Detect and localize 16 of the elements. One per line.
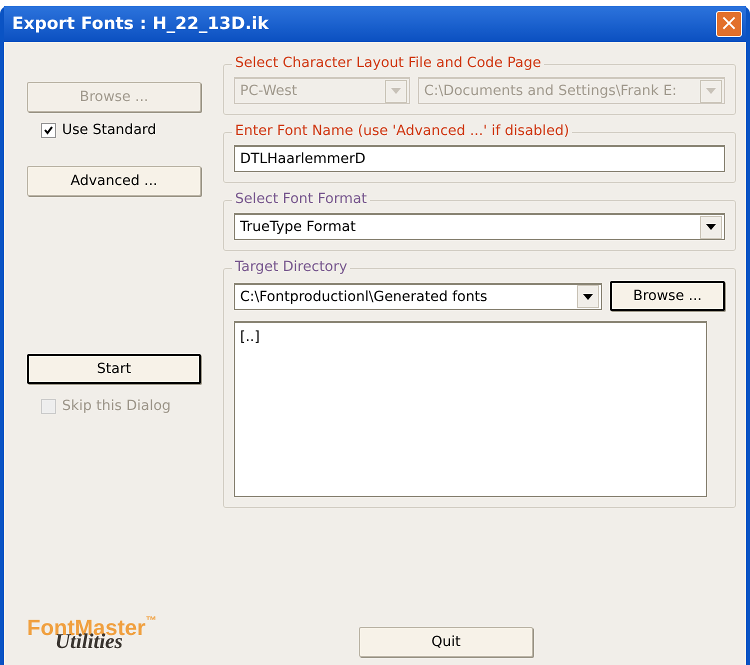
checkmark-icon (44, 126, 53, 134)
group-title: Enter Font Name (use 'Advanced ...' if disabled) (232, 123, 572, 139)
logo: FontMaster™ Utilities (27, 615, 158, 655)
group-title: Select Character Layout File and Code Page (232, 55, 544, 71)
directory-item[interactable]: [..] (240, 329, 260, 345)
directory-list[interactable]: [..] (234, 321, 707, 497)
use-standard-checkbox[interactable]: Use Standard (41, 122, 203, 138)
browse-button[interactable]: Browse ... (610, 281, 725, 311)
quit-button[interactable]: Quit (359, 627, 533, 657)
advanced-button[interactable]: Advanced ... (27, 166, 201, 196)
start-button[interactable]: Start (27, 354, 201, 384)
directory-dropdown[interactable]: C:\Fontproductionl\Generated fonts (234, 282, 602, 310)
font-format-dropdown[interactable]: TrueType Format (234, 213, 725, 240)
font-name-field[interactable]: DTLHaarlemmerD (234, 145, 725, 172)
group-title: Target Directory (232, 259, 350, 275)
window-title: Export Fonts : H_22_13D.ik (12, 14, 269, 34)
